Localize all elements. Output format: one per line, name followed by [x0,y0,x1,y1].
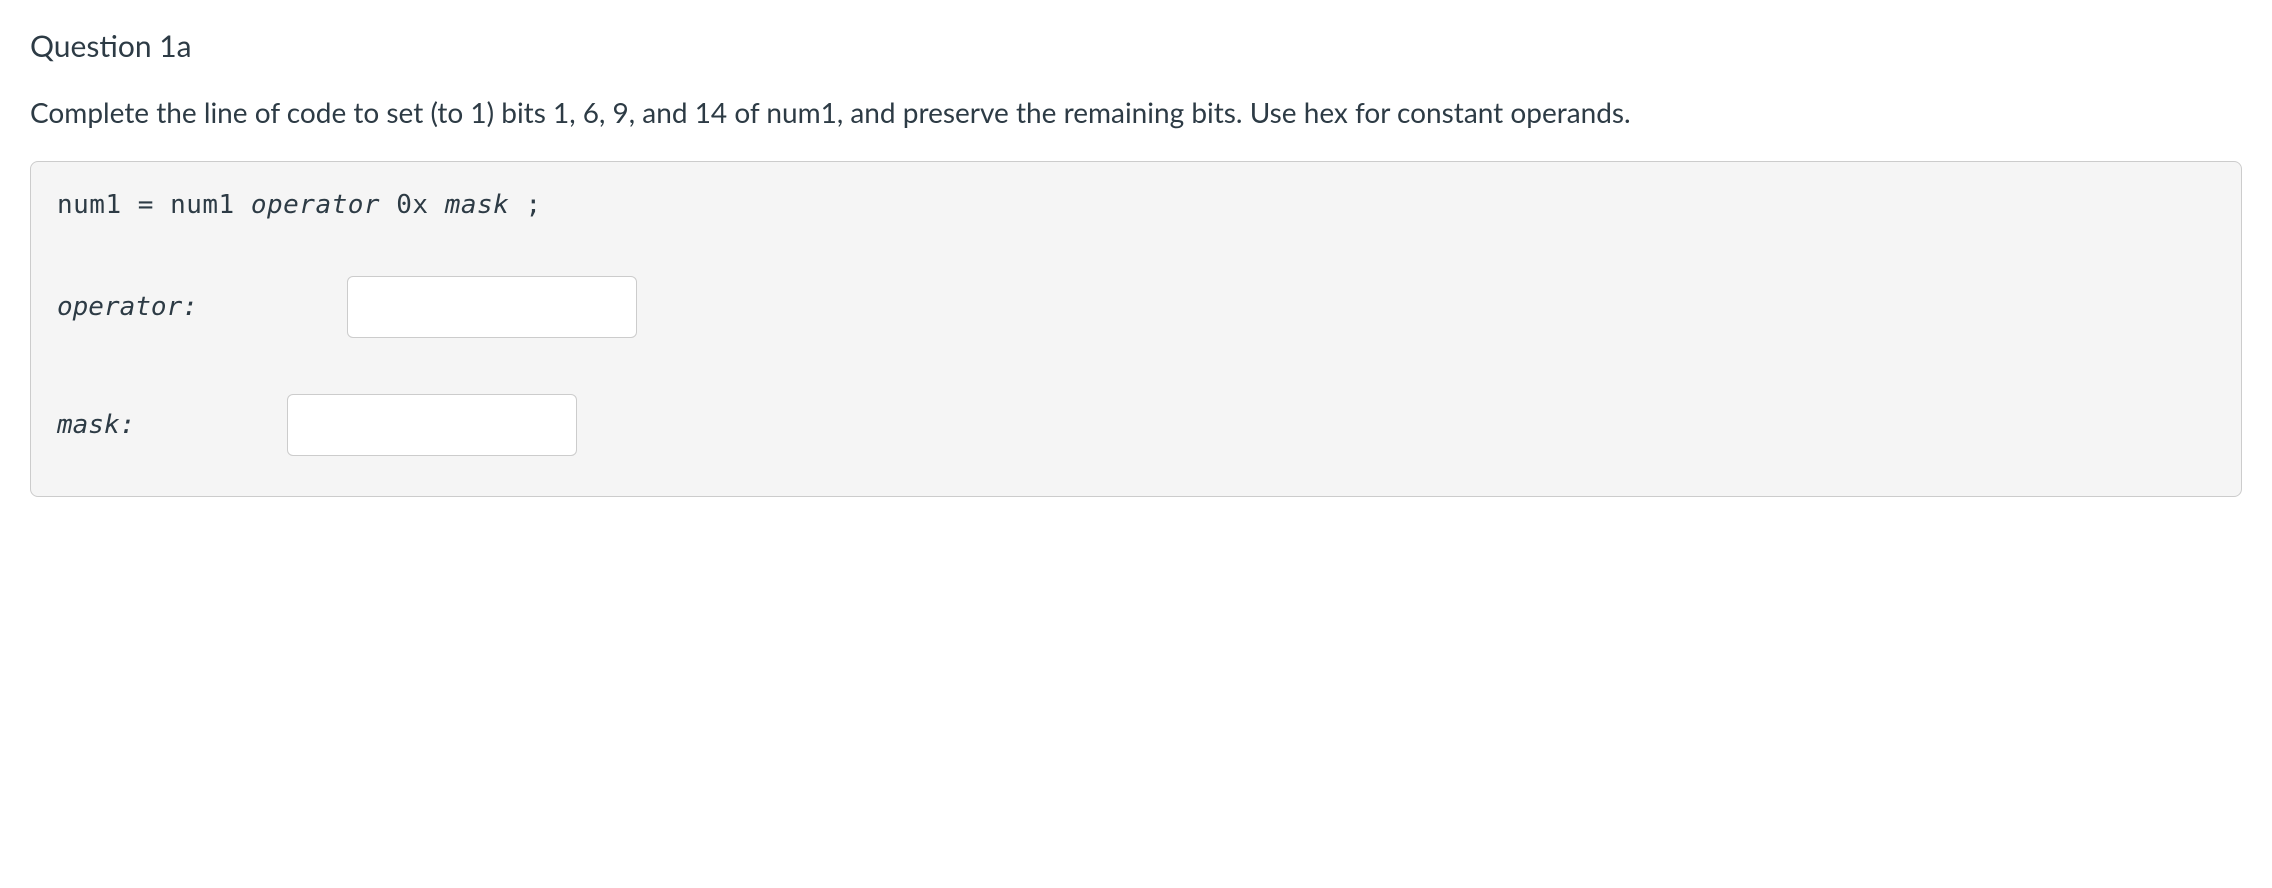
mask-label: mask: [57,410,287,440]
code-middle: 0x [380,190,445,220]
code-operator-placeholder: operator [251,190,380,220]
operator-label: operator: [57,292,347,322]
code-prefix: num1 = num1 [57,190,251,220]
code-suffix: ; [509,190,541,220]
operator-input[interactable] [347,276,637,338]
operator-row: operator: [57,276,2215,338]
code-mask-placeholder: mask [445,190,510,220]
code-box: num1 = num1 operator 0x mask ; operator:… [30,161,2242,497]
mask-row: mask: [57,394,2215,456]
question-prompt: Complete the line of code to set (to 1) … [30,92,2242,133]
code-template-line: num1 = num1 operator 0x mask ; [57,190,2215,220]
mask-input[interactable] [287,394,577,456]
question-title: Question 1a [30,28,2242,64]
